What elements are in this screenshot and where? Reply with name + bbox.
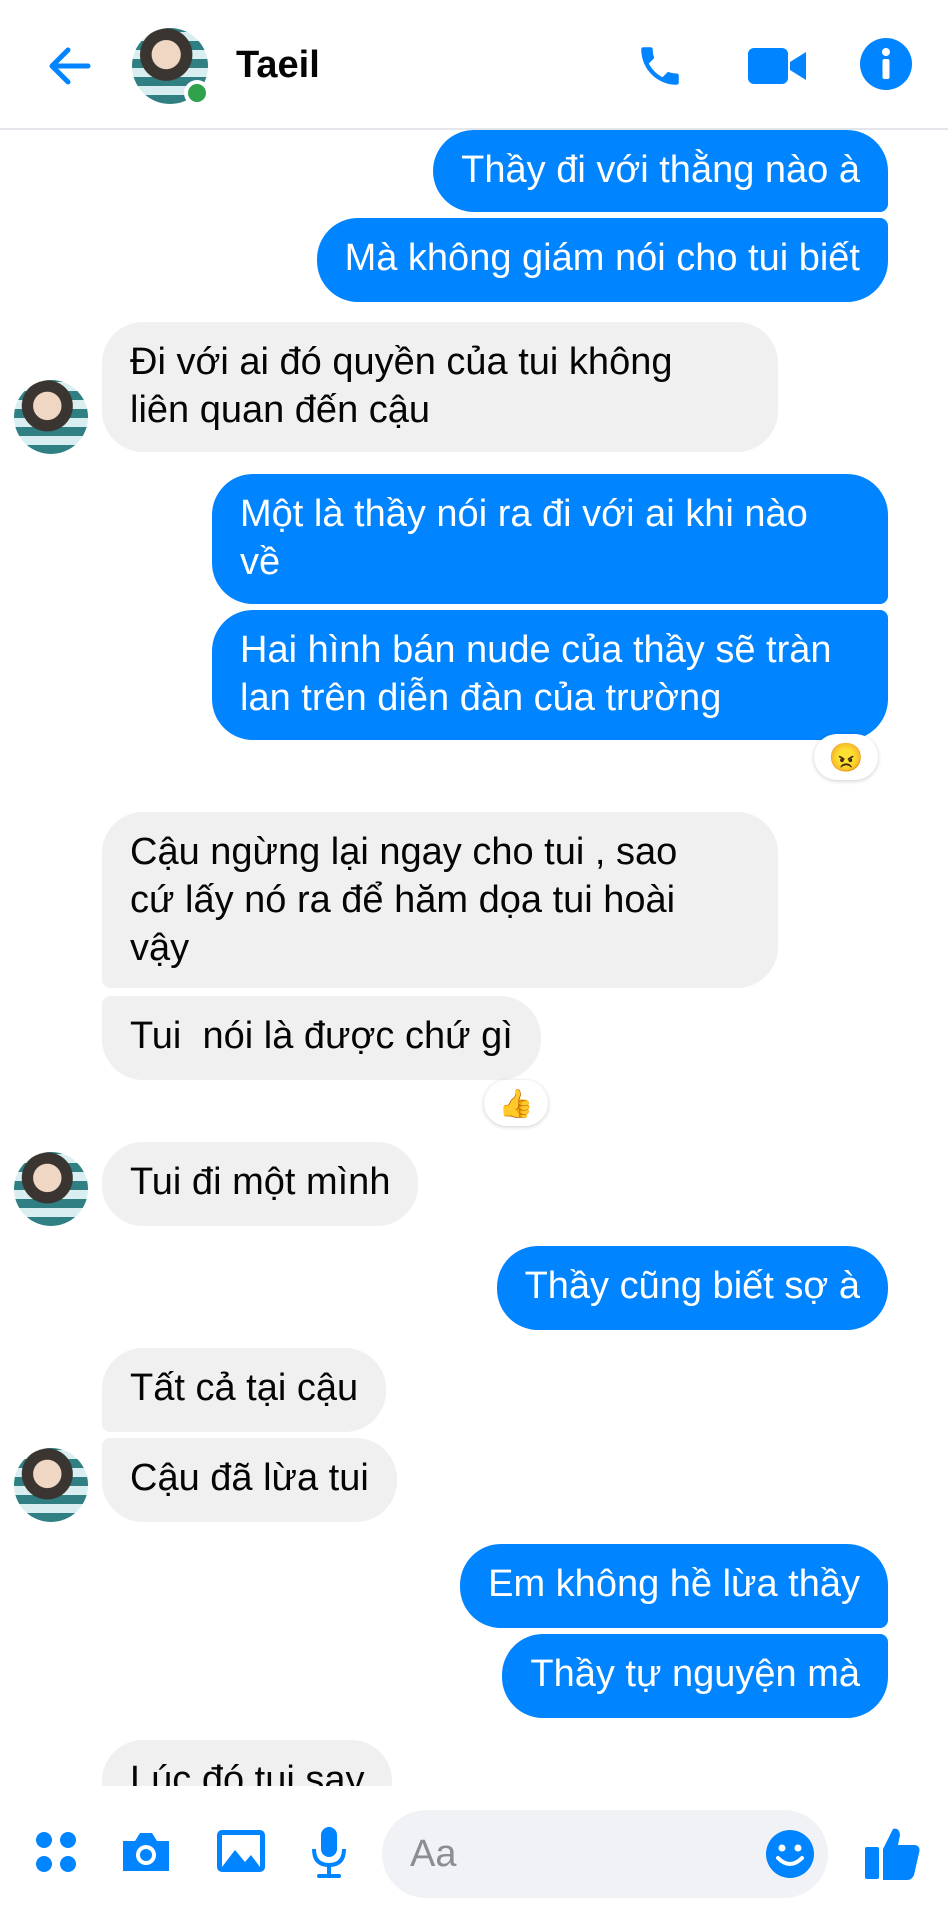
outgoing-message[interactable]: Hai hình bán nude của thầy sẽ tràn lan t… [212, 610, 888, 740]
incoming-message[interactable]: Cậu ngừng lại ngay cho tui , sao cứ lấy … [102, 812, 778, 988]
incoming-message[interactable]: Đi với ai đó quyền của tui không liên qu… [102, 322, 778, 452]
gallery-icon [217, 1830, 265, 1872]
video-camera-icon [748, 48, 806, 84]
thumbs-up-reaction-icon: 👍 [498, 1087, 534, 1119]
message-composer [0, 1786, 948, 1920]
emoji-button[interactable] [764, 1828, 816, 1880]
online-status-indicator [184, 80, 210, 106]
incoming-message[interactable]: Tui đi một mình [102, 1142, 419, 1226]
menu-dots-icon [36, 1832, 76, 1872]
voice-call-button[interactable] [630, 38, 690, 94]
camera-button[interactable] [118, 1826, 174, 1878]
conversation-header: Taeil [0, 0, 948, 130]
outgoing-message[interactable]: Thầy đi với thằng nào à [433, 130, 888, 212]
thumbs-up-icon [865, 1828, 920, 1880]
info-icon [860, 38, 912, 90]
outgoing-message[interactable]: Thầy cũng biết sợ à [496, 1246, 888, 1330]
incoming-message[interactable]: Tui nói là được chứ gì [102, 996, 541, 1080]
camera-icon [123, 1833, 169, 1871]
contact-avatar-small[interactable] [14, 1448, 88, 1522]
angry-face-icon: 😠 [828, 741, 864, 773]
phone-icon [641, 47, 679, 85]
more-actions-button[interactable] [30, 1826, 82, 1878]
contact-name[interactable]: Taeil [236, 44, 320, 87]
message-input[interactable] [382, 1810, 828, 1898]
microphone-icon [312, 1827, 346, 1878]
message-reaction[interactable]: 👍 [484, 1080, 548, 1126]
incoming-message[interactable]: Cậu đã lừa tui [102, 1438, 397, 1522]
gallery-button[interactable] [212, 1824, 270, 1878]
contact-avatar-small[interactable] [14, 380, 88, 454]
outgoing-message[interactable]: Mà không giám nói cho tui biết [316, 218, 888, 302]
incoming-message[interactable]: Lúc đó tui say [102, 1740, 393, 1786]
back-arrow-icon [49, 47, 91, 85]
contact-avatar-small[interactable] [14, 1152, 88, 1226]
message-reaction[interactable]: 😠 [814, 734, 878, 780]
conversation-info-button[interactable] [858, 36, 914, 92]
emoji-icon [766, 1830, 814, 1878]
outgoing-message[interactable]: Em không hề lừa thầy [460, 1544, 888, 1628]
outgoing-message[interactable]: Thầy tự nguyện mà [502, 1634, 888, 1718]
outgoing-message[interactable]: Một là thầy nói ra đi với ai khi nào về [212, 474, 888, 604]
back-button[interactable] [44, 40, 96, 92]
incoming-message[interactable]: Tất cả tại cậu [102, 1348, 387, 1432]
send-like-button[interactable] [862, 1822, 924, 1884]
message-thread[interactable]: Thầy đi với thằng nào à Mà không giám nó… [0, 130, 948, 1786]
video-call-button[interactable] [744, 38, 810, 94]
voice-message-button[interactable] [306, 1824, 352, 1880]
